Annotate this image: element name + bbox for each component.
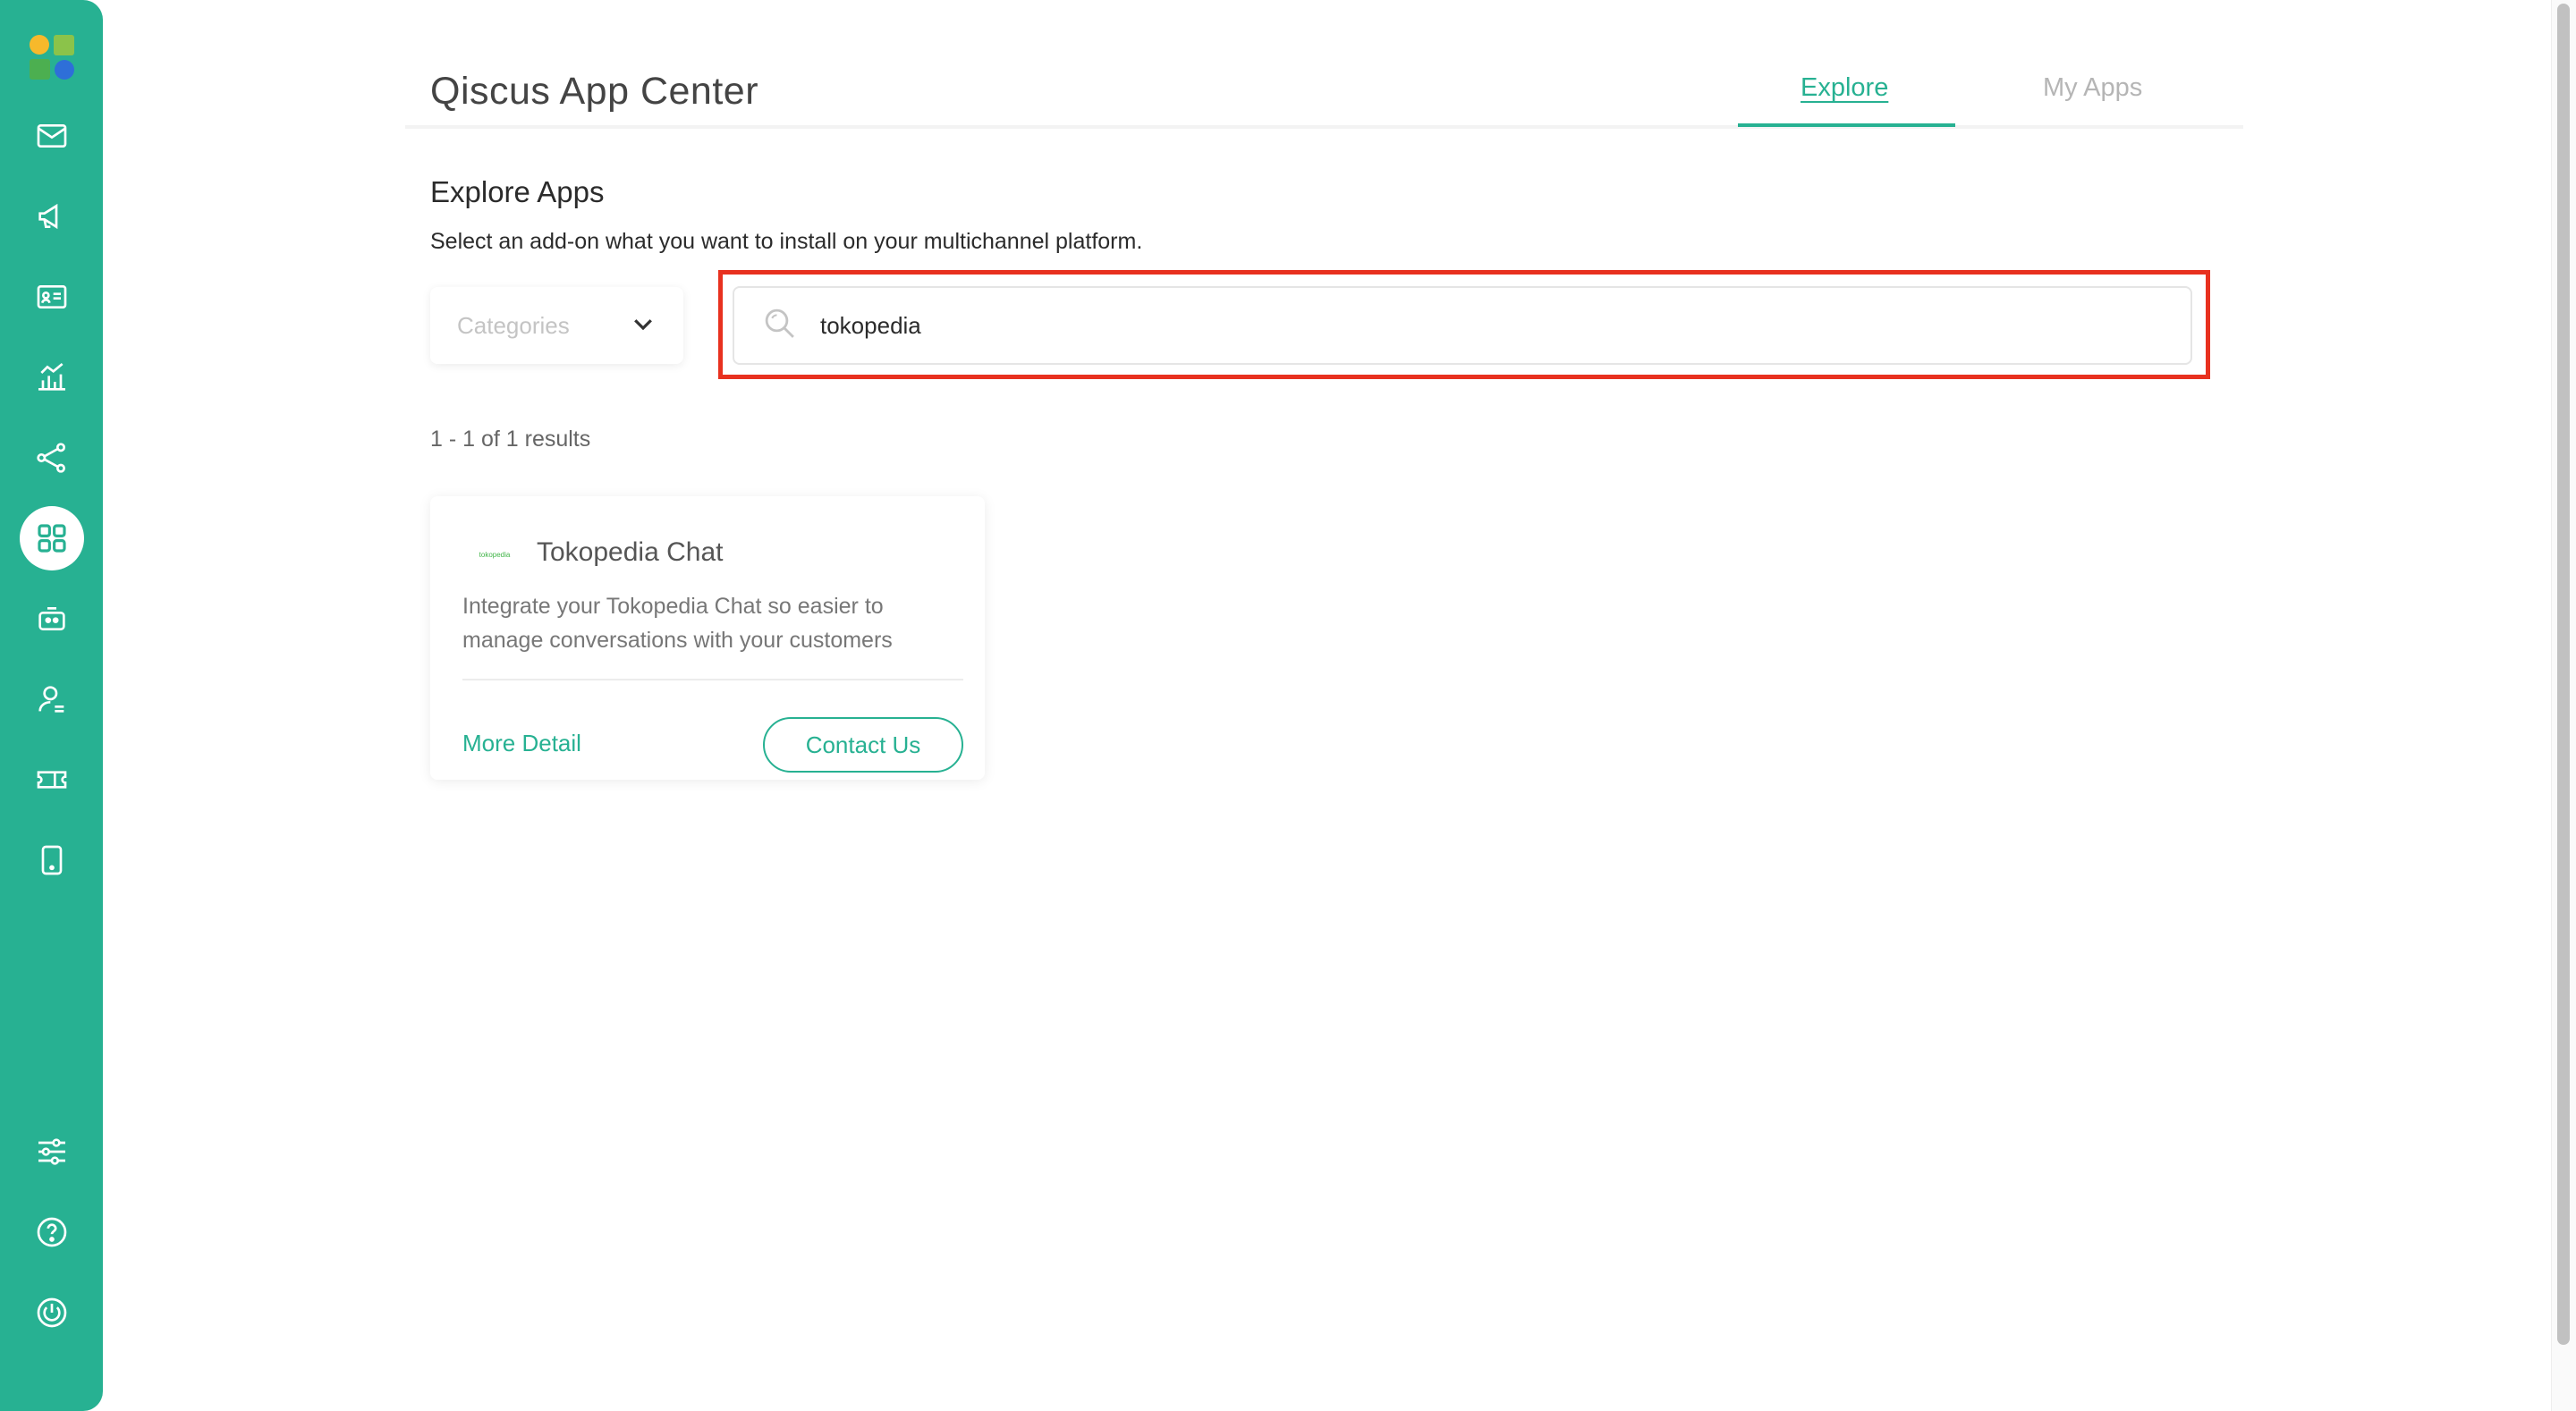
section-description: Select an add-on what you want to instal… — [430, 229, 1143, 254]
integration-icon[interactable] — [27, 433, 77, 483]
tab-explore[interactable]: Explore — [1801, 73, 1888, 103]
ticket-icon[interactable] — [27, 755, 77, 805]
more-detail-link[interactable]: More Detail — [462, 730, 581, 757]
app-card: tokopedia Tokopedia Chat Integrate your … — [430, 496, 985, 780]
active-tab-indicator — [1738, 123, 1955, 127]
mobile-icon[interactable] — [27, 835, 77, 885]
help-icon[interactable] — [27, 1207, 77, 1257]
analytics-icon[interactable] — [27, 352, 77, 402]
contact-card-icon[interactable] — [27, 272, 77, 322]
broadcast-icon[interactable] — [27, 191, 77, 241]
bot-icon[interactable] — [27, 594, 77, 644]
categories-placeholder: Categories — [457, 311, 570, 339]
power-icon[interactable] — [27, 1288, 77, 1338]
card-divider — [462, 679, 963, 680]
page-title: Qiscus App Center — [430, 70, 759, 113]
app-description: Integrate your Tokopedia Chat so easier … — [462, 594, 893, 653]
app-logo[interactable] — [27, 32, 77, 82]
categories-dropdown[interactable]: Categories — [430, 287, 683, 364]
search-input[interactable] — [820, 311, 2072, 340]
tokopedia-logo: tokopedia — [479, 550, 511, 559]
contact-us-button[interactable]: Contact Us — [763, 717, 963, 773]
agent-icon[interactable] — [27, 674, 77, 724]
app-name: Tokopedia Chat — [537, 537, 724, 567]
header-divider — [405, 125, 2243, 129]
chevron-down-icon — [630, 310, 657, 342]
section-title: Explore Apps — [430, 175, 605, 208]
search-bar[interactable] — [733, 286, 2192, 365]
settings-sliders-icon[interactable] — [27, 1127, 77, 1177]
search-icon — [761, 305, 799, 347]
app-center-icon[interactable] — [20, 506, 84, 570]
results-count: 1 - 1 of 1 results — [430, 427, 591, 452]
tab-my-apps[interactable]: My Apps — [2043, 73, 2142, 103]
scrollbar-thumb[interactable] — [2557, 4, 2570, 1345]
inbox-icon[interactable] — [27, 111, 77, 161]
sidebar — [0, 0, 103, 1411]
